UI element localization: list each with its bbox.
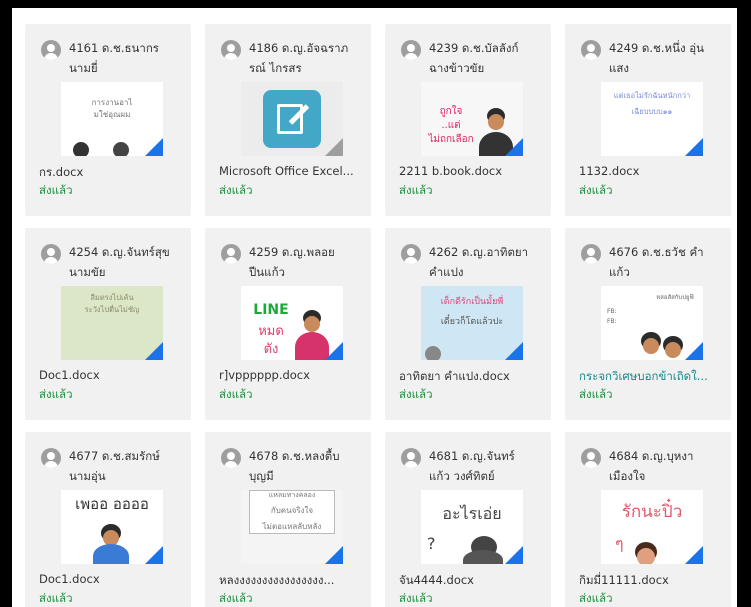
avatar bbox=[401, 244, 421, 264]
status-label: ส่งแล้ว bbox=[399, 387, 433, 401]
docs-corner-icon bbox=[685, 546, 703, 564]
submission-card[interactable]: 4684 ด.ญ.บุหงา เมืองใจ รักนะปิ๋ว ๆ กิมมี… bbox=[565, 432, 731, 607]
file-thumbnail[interactable] bbox=[241, 82, 343, 156]
docs-corner-icon bbox=[505, 342, 523, 360]
avatar bbox=[41, 448, 61, 468]
student-name: 4161 ด.ช.ธนากร นามยี่ bbox=[69, 41, 159, 75]
status-label: ส่งแล้ว bbox=[399, 183, 433, 197]
docs-corner-icon bbox=[505, 546, 523, 564]
avatar bbox=[41, 40, 61, 60]
file-thumbnail[interactable]: อะไรเอ่ย ? bbox=[421, 490, 523, 564]
file-name[interactable]: 1132.docx bbox=[579, 164, 725, 178]
file-thumbnail[interactable]: LINE หมด ตัง bbox=[241, 286, 343, 360]
student-name: 4684 ด.ญ.บุหงา เมืองใจ bbox=[609, 449, 694, 483]
submission-card[interactable]: 4259 ด.ญ.พลอย ปีนแก้ว LINE หมด ตัง r]vpp… bbox=[205, 228, 371, 420]
file-name[interactable]: กิมมี่11111.docx bbox=[579, 572, 725, 590]
file-name[interactable]: กระจกวิเศษบอกข้าเถิดใ... bbox=[579, 368, 725, 386]
student-name: 4254 ด.ญ.จันทร์สุข นามขัย bbox=[69, 245, 170, 279]
submission-card[interactable]: 4681 ด.ญ.จันทร์ แก้ว วงศ์ทิตย์ อะไรเอ่ย … bbox=[385, 432, 551, 607]
file-thumbnail[interactable]: เพออ ออออ bbox=[61, 490, 163, 564]
file-thumbnail[interactable]: หล่อสัสกับปยูฟี FB: FB: bbox=[601, 286, 703, 360]
avatar bbox=[581, 244, 601, 264]
file-thumbnail[interactable]: แต่เธอไม่รักฉันหนักกว่า เฉียบบบบ๑๑ bbox=[601, 82, 703, 156]
submission-card[interactable]: 4676 ด.ช.ธวัช คำ แก้ว หล่อสัสกับปยูฟี FB… bbox=[565, 228, 731, 420]
avatar bbox=[221, 244, 241, 264]
docs-corner-icon bbox=[325, 138, 343, 156]
file-thumbnail[interactable]: แหลมทางคลอง กับคนจริงใจ ไม่ตอแหลลับหลัง bbox=[241, 490, 343, 564]
submission-card[interactable]: 4239 ด.ช.บัลลังก์ ฉางข้าวขัย ถูกใจ ..แต่… bbox=[385, 24, 551, 216]
submission-card[interactable]: 4677 ด.ช.สมรักษ์ นามอุ่น เพออ ออออ Doc1.… bbox=[25, 432, 191, 607]
file-thumbnail[interactable]: ถูกใจ ..แต่ ไม่ถกเลือก bbox=[421, 82, 523, 156]
student-name: 4262 ด.ญ.อาทิตยา คำแปง bbox=[429, 245, 529, 279]
file-name[interactable]: 2211 b.book.docx bbox=[399, 164, 545, 178]
submission-card[interactable]: 4186 ด.ญ.อัจฉราภ รณ์ ไกรสร Microsoft Off… bbox=[205, 24, 371, 216]
status-label: ส่งแล้ว bbox=[39, 387, 73, 401]
submission-card[interactable]: 4678 ด.ช.หลงตื้บ บุญมี แหลมทางคลอง กับคน… bbox=[205, 432, 371, 607]
status-label: ส่งแล้ว bbox=[399, 591, 433, 605]
student-name: 4677 ด.ช.สมรักษ์ นามอุ่น bbox=[69, 449, 160, 483]
avatar bbox=[41, 244, 61, 264]
avatar bbox=[581, 448, 601, 468]
file-thumbnail[interactable]: การงานอาไ มใช่อุณผม bbox=[61, 82, 163, 156]
file-thumbnail[interactable]: เด็กดีรักเป็นมั้ยพี่ เดี๋ยวก็โตแล้วปะ bbox=[421, 286, 523, 360]
file-name[interactable]: หลงงงงงงงงงงงงงงงง... bbox=[219, 572, 365, 590]
file-name[interactable]: r]vpppppp.docx bbox=[219, 368, 365, 382]
status-label: ส่งแล้ว bbox=[39, 183, 73, 197]
status-label: ส่งแล้ว bbox=[579, 387, 613, 401]
avatar bbox=[221, 448, 241, 468]
file-name[interactable]: กร.docx bbox=[39, 164, 185, 182]
student-name: 4678 ด.ช.หลงตื้บ บุญมี bbox=[249, 449, 340, 483]
student-name: 4259 ด.ญ.พลอย ปีนแก้ว bbox=[249, 245, 335, 279]
file-name[interactable]: จัน4444.docx bbox=[399, 572, 545, 590]
submissions-grid: 4161 ด.ช.ธนากร นามยี่ การงานอาไ มใช่อุณผ… bbox=[12, 8, 737, 607]
file-name[interactable]: Doc1.docx bbox=[39, 572, 185, 586]
file-name[interactable]: Microsoft Office Excel... bbox=[219, 164, 365, 178]
docs-corner-icon bbox=[325, 546, 343, 564]
docs-corner-icon bbox=[685, 342, 703, 360]
submission-card[interactable]: 4249 ด.ช.หนึ่ง อุ่น แสง แต่เธอไม่รักฉันห… bbox=[565, 24, 731, 216]
student-name: 4676 ด.ช.ธวัช คำ แก้ว bbox=[609, 245, 704, 279]
docs-corner-icon bbox=[145, 546, 163, 564]
status-label: ส่งแล้ว bbox=[579, 183, 613, 197]
submission-card[interactable]: 4254 ด.ญ.จันทร์สุข นามขัย ลืมตรงไปเค้น ร… bbox=[25, 228, 191, 420]
student-name: 4249 ด.ช.หนึ่ง อุ่น แสง bbox=[609, 41, 704, 75]
docs-corner-icon bbox=[505, 138, 523, 156]
status-label: ส่งแล้ว bbox=[219, 183, 253, 197]
status-label: ส่งแล้ว bbox=[579, 591, 613, 605]
submission-card[interactable]: 4161 ด.ช.ธนากร นามยี่ การงานอาไ มใช่อุณผ… bbox=[25, 24, 191, 216]
student-name: 4239 ด.ช.บัลลังก์ ฉางข้าวขัย bbox=[429, 41, 519, 75]
file-thumbnail[interactable]: ลืมตรงไปเค้น ระวังไปตื่นไม่ชัญ bbox=[61, 286, 163, 360]
file-name[interactable]: Doc1.docx bbox=[39, 368, 185, 382]
avatar bbox=[581, 40, 601, 60]
status-label: ส่งแล้ว bbox=[39, 591, 73, 605]
status-label: ส่งแล้ว bbox=[219, 591, 253, 605]
student-name: 4681 ด.ญ.จันทร์ แก้ว วงศ์ทิตย์ bbox=[429, 449, 515, 483]
docs-corner-icon bbox=[145, 138, 163, 156]
docs-corner-icon bbox=[145, 342, 163, 360]
file-thumbnail[interactable]: รักนะปิ๋ว ๆ bbox=[601, 490, 703, 564]
avatar bbox=[401, 40, 421, 60]
status-label: ส่งแล้ว bbox=[219, 387, 253, 401]
file-name[interactable]: อาทิตยา คำแปง.docx bbox=[399, 368, 545, 386]
avatar bbox=[401, 448, 421, 468]
submission-card[interactable]: 4262 ด.ญ.อาทิตยา คำแปง เด็กดีรักเป็นมั้ย… bbox=[385, 228, 551, 420]
docs-corner-icon bbox=[325, 342, 343, 360]
avatar bbox=[221, 40, 241, 60]
student-name: 4186 ด.ญ.อัจฉราภ รณ์ ไกรสร bbox=[249, 41, 349, 75]
docs-corner-icon bbox=[685, 138, 703, 156]
